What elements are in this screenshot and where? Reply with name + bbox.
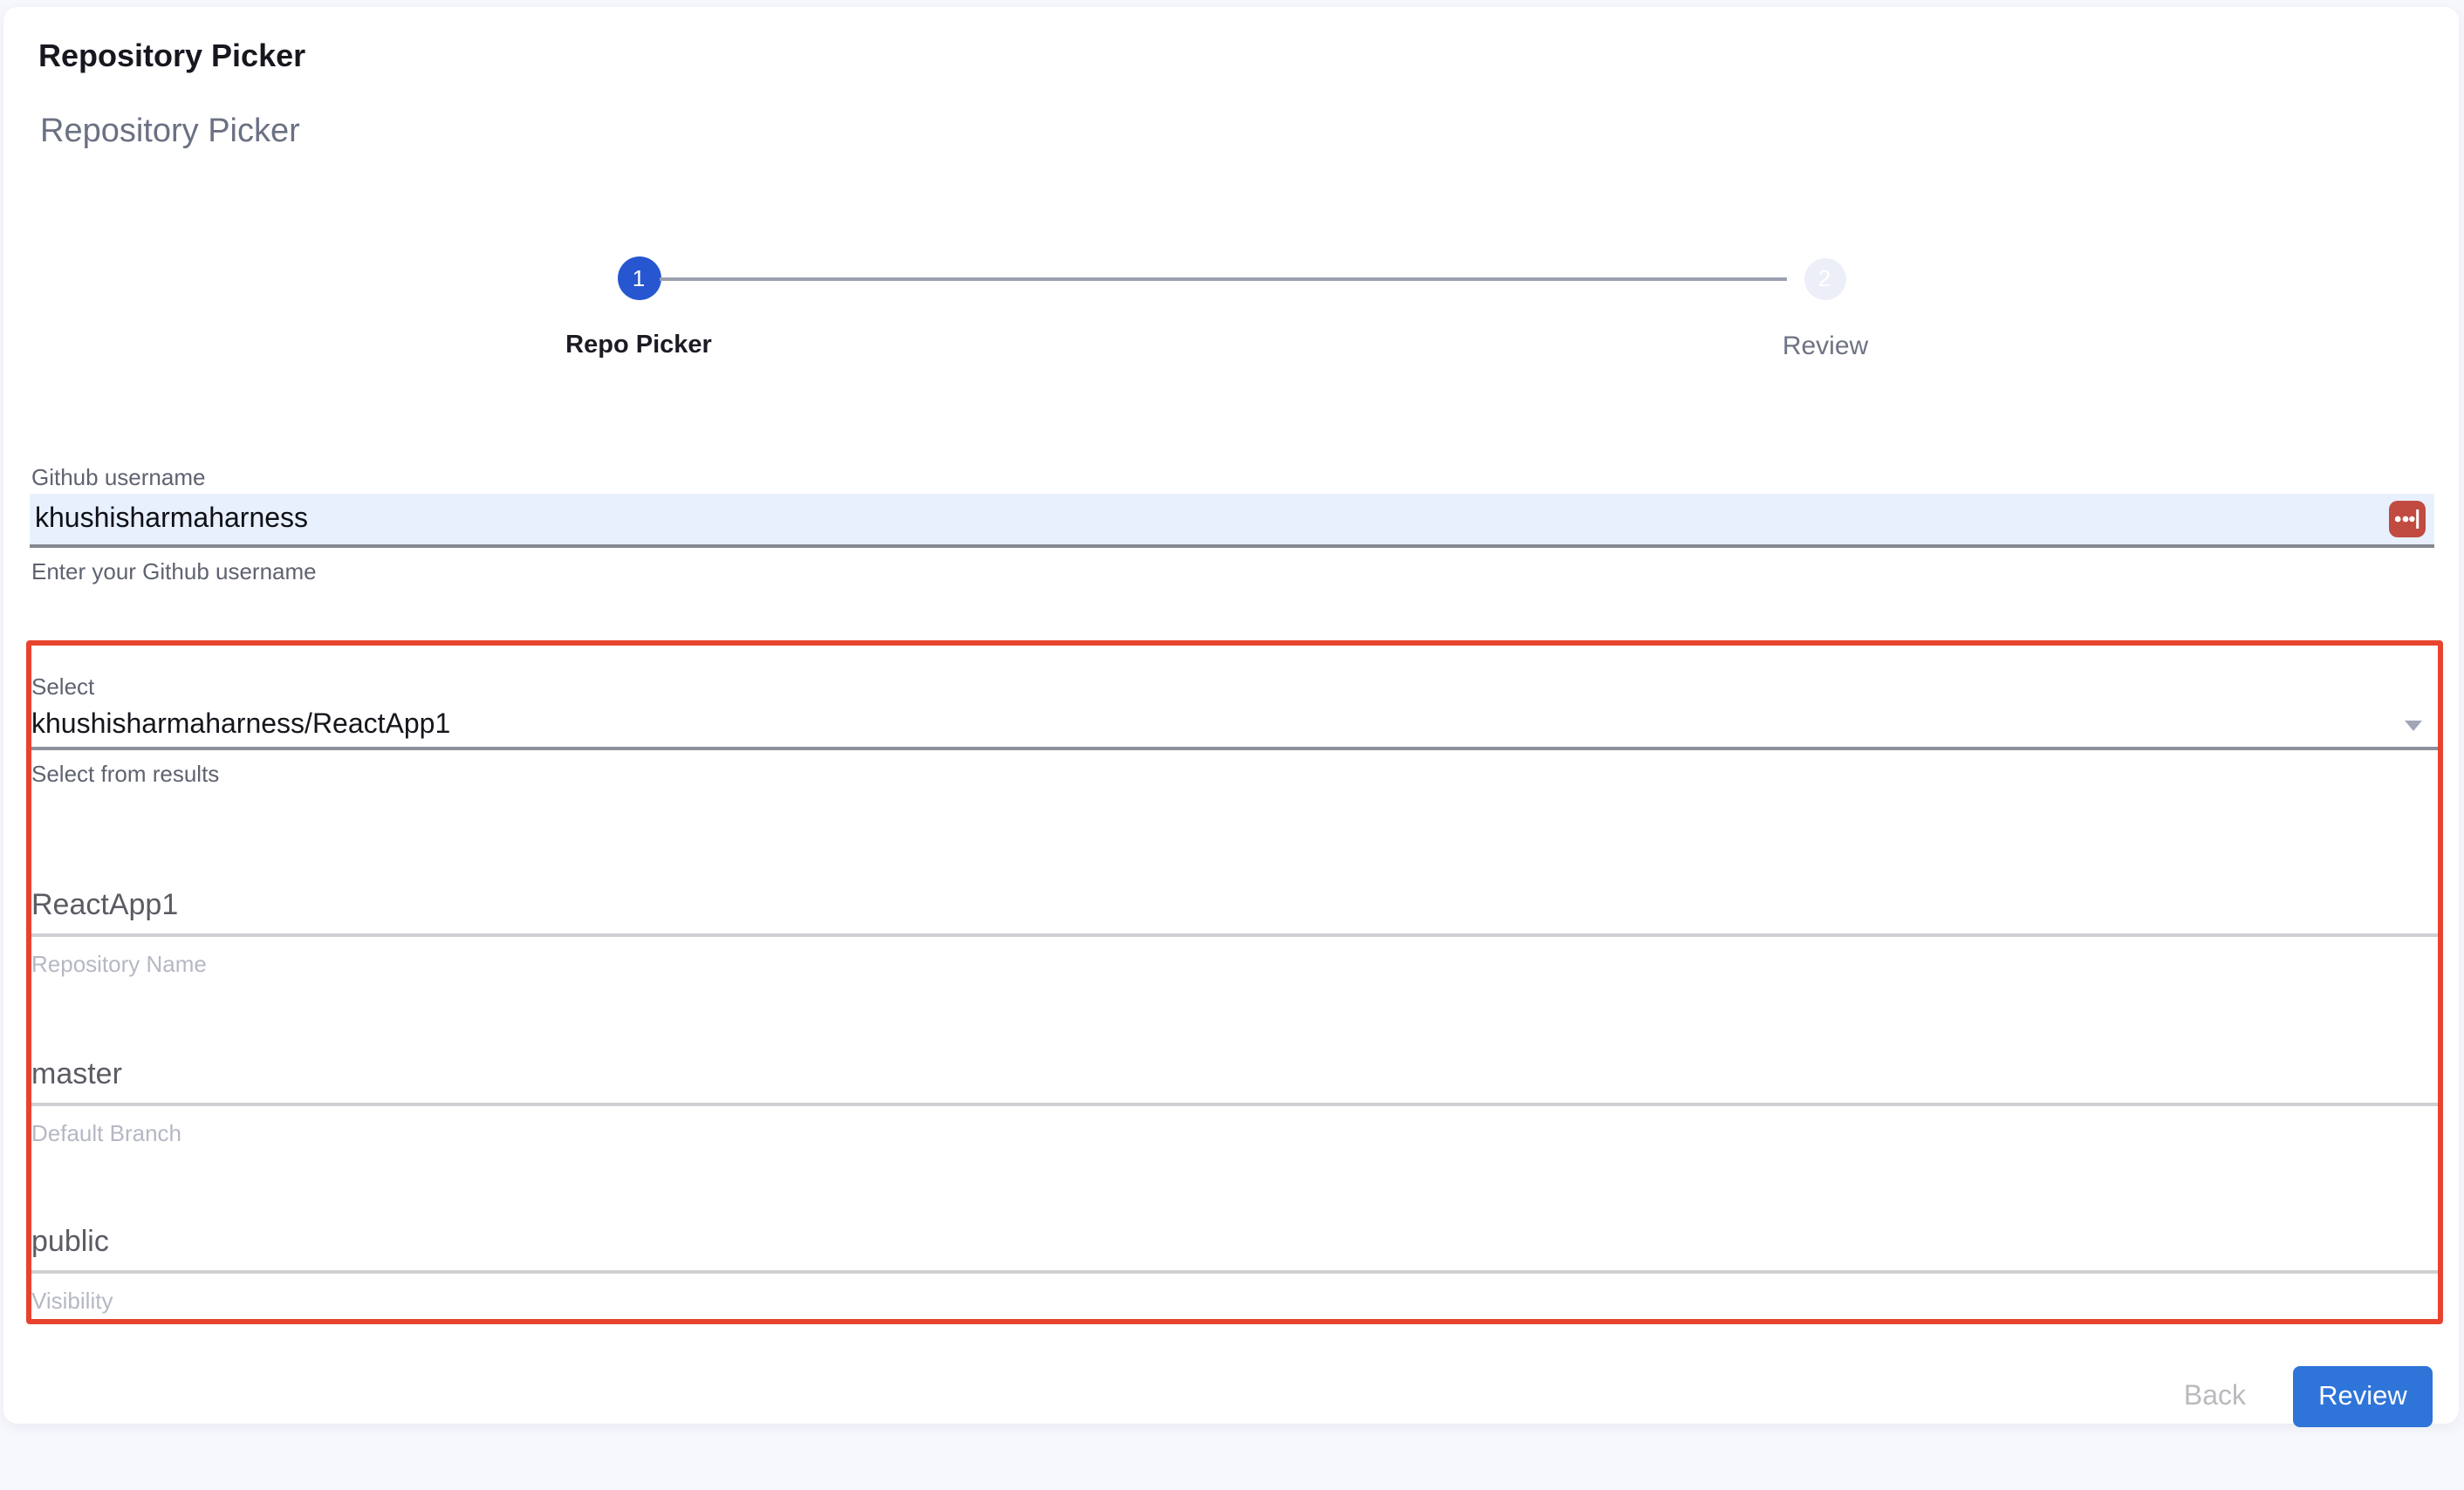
repo-select-helper: Select from results bbox=[31, 762, 2438, 787]
step-1-circle[interactable]: 1 bbox=[617, 256, 660, 300]
password-manager-icon[interactable] bbox=[2389, 501, 2426, 537]
default-branch-label: Default Branch bbox=[31, 1122, 2438, 1146]
review-button[interactable]: Review bbox=[2293, 1366, 2433, 1427]
step-1-label: Repo Picker bbox=[565, 331, 712, 359]
github-username-helper: Enter your Github username bbox=[31, 560, 2459, 584]
repo-details-highlight-box: Select khushisharmaharness/ReactApp1 Sel… bbox=[26, 640, 2443, 1324]
default-branch-field-group: master Default Branch bbox=[31, 1057, 2438, 1146]
repo-select-dropdown[interactable]: khushisharmaharness/ReactApp1 bbox=[31, 705, 2438, 750]
github-username-label: Github username bbox=[31, 466, 2459, 490]
page-background: Repository Picker Repository Picker 1 2 … bbox=[0, 0, 2464, 1490]
step-1-number: 1 bbox=[633, 267, 645, 290]
visibility-value: public bbox=[31, 1225, 2438, 1274]
repository-picker-card: Repository Picker Repository Picker 1 2 … bbox=[3, 7, 2459, 1424]
page-subtitle: Repository Picker bbox=[40, 112, 2459, 154]
github-username-input[interactable]: khushisharmaharness bbox=[30, 494, 2434, 548]
step-2-number: 2 bbox=[1818, 267, 1831, 290]
step-2-circle[interactable]: 2 bbox=[1804, 257, 1845, 299]
github-username-value: khushisharmaharness bbox=[35, 503, 308, 535]
default-branch-value: master bbox=[31, 1057, 2438, 1106]
repository-name-value: ReactApp1 bbox=[31, 888, 2438, 937]
repo-select-value: khushisharmaharness/ReactApp1 bbox=[31, 710, 450, 740]
visibility-label: Visibility bbox=[31, 1289, 2438, 1314]
visibility-field-group: public Visibility bbox=[31, 1225, 2438, 1314]
wizard-stepper: 1 2 Repo Picker Review bbox=[3, 256, 2459, 365]
chevron-down-icon[interactable] bbox=[2405, 721, 2422, 731]
repo-select-label: Select bbox=[31, 675, 2438, 700]
repository-name-label: Repository Name bbox=[31, 953, 2438, 977]
back-button[interactable]: Back bbox=[2184, 1381, 2246, 1412]
repository-name-field-group: ReactApp1 Repository Name bbox=[31, 888, 2438, 977]
step-2-label: Review bbox=[1783, 331, 1868, 361]
stepper-connector-line bbox=[660, 277, 1787, 280]
footer-actions: Back Review bbox=[3, 1366, 2433, 1427]
page-title: Repository Picker bbox=[38, 37, 2459, 75]
